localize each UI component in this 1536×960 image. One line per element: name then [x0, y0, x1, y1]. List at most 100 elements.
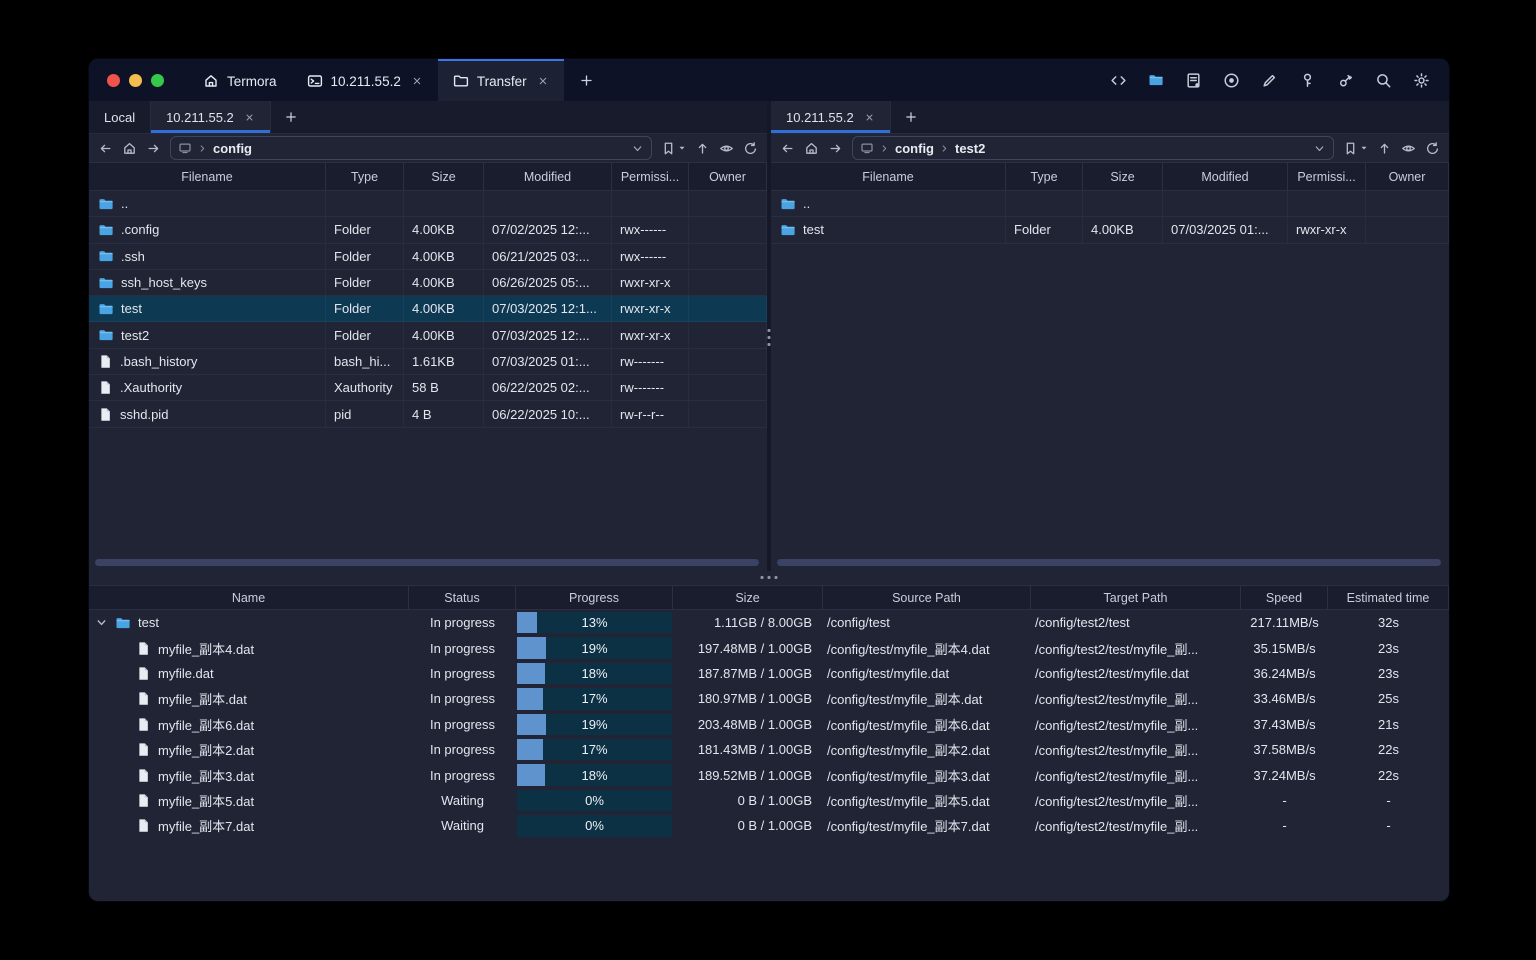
show-hidden-button[interactable]	[719, 141, 734, 156]
record-icon[interactable]	[1223, 72, 1240, 89]
left-tab-local[interactable]: Local	[89, 101, 152, 133]
close-tab-icon[interactable]	[244, 112, 255, 123]
transfer-column-header[interactable]: Target Path	[1031, 586, 1241, 609]
window-tab-transfer[interactable]: Transfer	[437, 59, 564, 101]
file-row[interactable]: ..	[89, 191, 767, 218]
column-header[interactable]: Type	[1006, 163, 1083, 190]
close-tab-icon[interactable]	[537, 75, 549, 87]
column-header[interactable]: Modified	[1163, 163, 1288, 190]
file-row[interactable]: ssh_host_keys Folder 4.00KB 06/26/2025 05:.…	[89, 269, 767, 297]
upload-button[interactable]	[695, 141, 710, 156]
bookmark-button[interactable]	[661, 141, 686, 156]
file-row[interactable]: test Folder 4.00KB 07/03/2025 12:1... rwxr-x…	[89, 296, 767, 323]
back-button[interactable]	[98, 141, 113, 156]
forward-button[interactable]	[146, 141, 161, 156]
close-tab-icon[interactable]	[864, 112, 875, 123]
log-icon[interactable]	[1185, 72, 1202, 89]
transfer-column-header[interactable]: Estimated time	[1328, 586, 1449, 609]
bookmark-button[interactable]	[1343, 141, 1368, 156]
chevron-expand-icon[interactable]	[95, 616, 108, 629]
transfer-row[interactable]: myfile_副本2.dat In progress 17% 181.43MB / 1…	[89, 737, 1449, 762]
column-header[interactable]: Type	[326, 163, 404, 190]
column-header[interactable]: Filename	[771, 163, 1006, 190]
transfer-row[interactable]: myfile_副本6.dat In progress 19% 203.48MB / 1…	[89, 712, 1449, 737]
zoom-window-button[interactable]	[151, 73, 164, 87]
right-new-tab-button[interactable]	[891, 101, 931, 133]
column-header[interactable]: Size	[404, 163, 484, 190]
right-tab-10-211-55-2[interactable]: 10.211.55.2	[771, 101, 891, 133]
file-row[interactable]: .Xauthority Xauthority 58 B 06/22/2025 02:.…	[89, 375, 767, 402]
refresh-button[interactable]	[1425, 141, 1440, 156]
transfer-row[interactable]: myfile_副本3.dat In progress 18% 189.52MB / 1…	[89, 762, 1449, 787]
transfer-column-header[interactable]: Status	[409, 586, 516, 609]
transfer-column-header[interactable]: Source Path	[823, 586, 1031, 609]
new-window-tab-button[interactable]	[564, 59, 609, 101]
file-row[interactable]: test Folder 4.00KB 07/03/2025 01:... rwxr-xr…	[771, 217, 1449, 244]
path-dropdown-icon[interactable]	[1313, 142, 1326, 155]
file-row[interactable]: sshd.pid pid 4 B 06/22/2025 10:... rw-r--r--	[89, 401, 767, 428]
show-hidden-button[interactable]	[1401, 141, 1416, 156]
transfer-splitter[interactable]	[89, 571, 1449, 585]
titlebar: Termora 10.211.55.2 Transfer	[89, 59, 1449, 101]
transfer-splitter-grip[interactable]	[760, 576, 778, 579]
code-icon[interactable]	[1110, 72, 1127, 89]
file-row[interactable]: .config Folder 4.00KB 07/02/2025 12:... rwx-…	[89, 217, 767, 244]
upload-button[interactable]	[1377, 141, 1392, 156]
speed-cell: 37.43MB/s	[1253, 716, 1316, 732]
column-header[interactable]: Permissi...	[612, 163, 689, 190]
left-tab-10-211-55-2[interactable]: 10.211.55.2	[151, 101, 271, 133]
transfer-row[interactable]: myfile_副本4.dat In progress 19% 197.48MB / 1…	[89, 635, 1449, 660]
home-button[interactable]	[122, 141, 137, 156]
window-tab-termora[interactable]: Termora	[188, 59, 292, 101]
file-row[interactable]: test2 Folder 4.00KB 07/03/2025 12:... rwxr-x…	[89, 322, 767, 349]
transfer-column-header[interactable]: Size	[673, 586, 823, 609]
transfer-row[interactable]: myfile_副本.dat In progress 17% 180.97MB / 1.…	[89, 686, 1449, 711]
path-segment[interactable]: config	[895, 141, 934, 156]
home-button[interactable]	[804, 141, 819, 156]
back-button[interactable]	[780, 141, 795, 156]
owner-cell	[689, 269, 767, 296]
window-tab-10-211-55-2[interactable]: 10.211.55.2	[292, 59, 438, 101]
transfer-column-header[interactable]: Name	[89, 586, 409, 609]
column-header[interactable]: Owner	[689, 163, 767, 190]
search-icon[interactable]	[1375, 72, 1392, 89]
column-header[interactable]: Owner	[1366, 163, 1449, 190]
column-header[interactable]: Permissi...	[1288, 163, 1366, 190]
file-row[interactable]: .ssh Folder 4.00KB 06/21/2025 03:... rwx----…	[89, 243, 767, 270]
transfer-row[interactable]: test In progress 13% 1.11GB / 8.00GB/config…	[89, 610, 1449, 635]
transfer-row[interactable]: myfile_副本7.dat Waiting 0% 0 B / 1.00GB/conf…	[89, 813, 1449, 838]
column-header[interactable]: Size	[1083, 163, 1163, 190]
size-cell: 4.00KB	[404, 322, 484, 348]
progress-cell: 17%	[516, 686, 673, 711]
column-header[interactable]: Filename	[89, 163, 326, 190]
column-header[interactable]: Modified	[484, 163, 612, 190]
pencil-icon[interactable]	[1261, 72, 1278, 89]
close-window-button[interactable]	[107, 73, 120, 87]
refresh-button[interactable]	[743, 141, 758, 156]
transfer-column-header[interactable]: Speed	[1241, 586, 1328, 609]
close-tab-icon[interactable]	[411, 75, 423, 87]
gear-icon[interactable]	[1413, 72, 1430, 89]
folder-icon[interactable]	[1148, 72, 1164, 88]
forward-button[interactable]	[828, 141, 843, 156]
right-hscrollbar-thumb[interactable]	[777, 559, 1441, 566]
type-cell: Folder	[326, 217, 404, 243]
transfer-column-header[interactable]: Progress	[516, 586, 673, 609]
file-row[interactable]: .bash_history bash_hi... 1.61KB 07/03/2025 …	[89, 348, 767, 376]
source-path-cell: /config/test/myfile_副本6.dat	[827, 717, 990, 733]
file-row[interactable]: ..	[771, 191, 1449, 218]
path-dropdown-icon[interactable]	[631, 142, 644, 155]
transfer-row[interactable]: myfile_副本5.dat Waiting 0% 0 B / 1.00GB/conf…	[89, 788, 1449, 813]
key-icon[interactable]	[1299, 72, 1316, 89]
left-path-input[interactable]: config	[170, 136, 652, 160]
transfer-row[interactable]: myfile.dat In progress 18% 187.87MB / 1.00G…	[89, 661, 1449, 686]
size-cell: 197.48MB / 1.00GB	[697, 640, 812, 656]
left-hscrollbar-thumb[interactable]	[95, 559, 759, 566]
size-cell: 0 B / 1.00GB	[737, 792, 812, 808]
path-segment[interactable]: test2	[955, 141, 985, 156]
right-path-input[interactable]: config test2	[852, 136, 1334, 160]
minimize-window-button[interactable]	[129, 73, 142, 87]
keychain-icon[interactable]	[1337, 72, 1354, 89]
left-new-tab-button[interactable]	[271, 101, 311, 133]
path-segment[interactable]: config	[213, 141, 252, 156]
